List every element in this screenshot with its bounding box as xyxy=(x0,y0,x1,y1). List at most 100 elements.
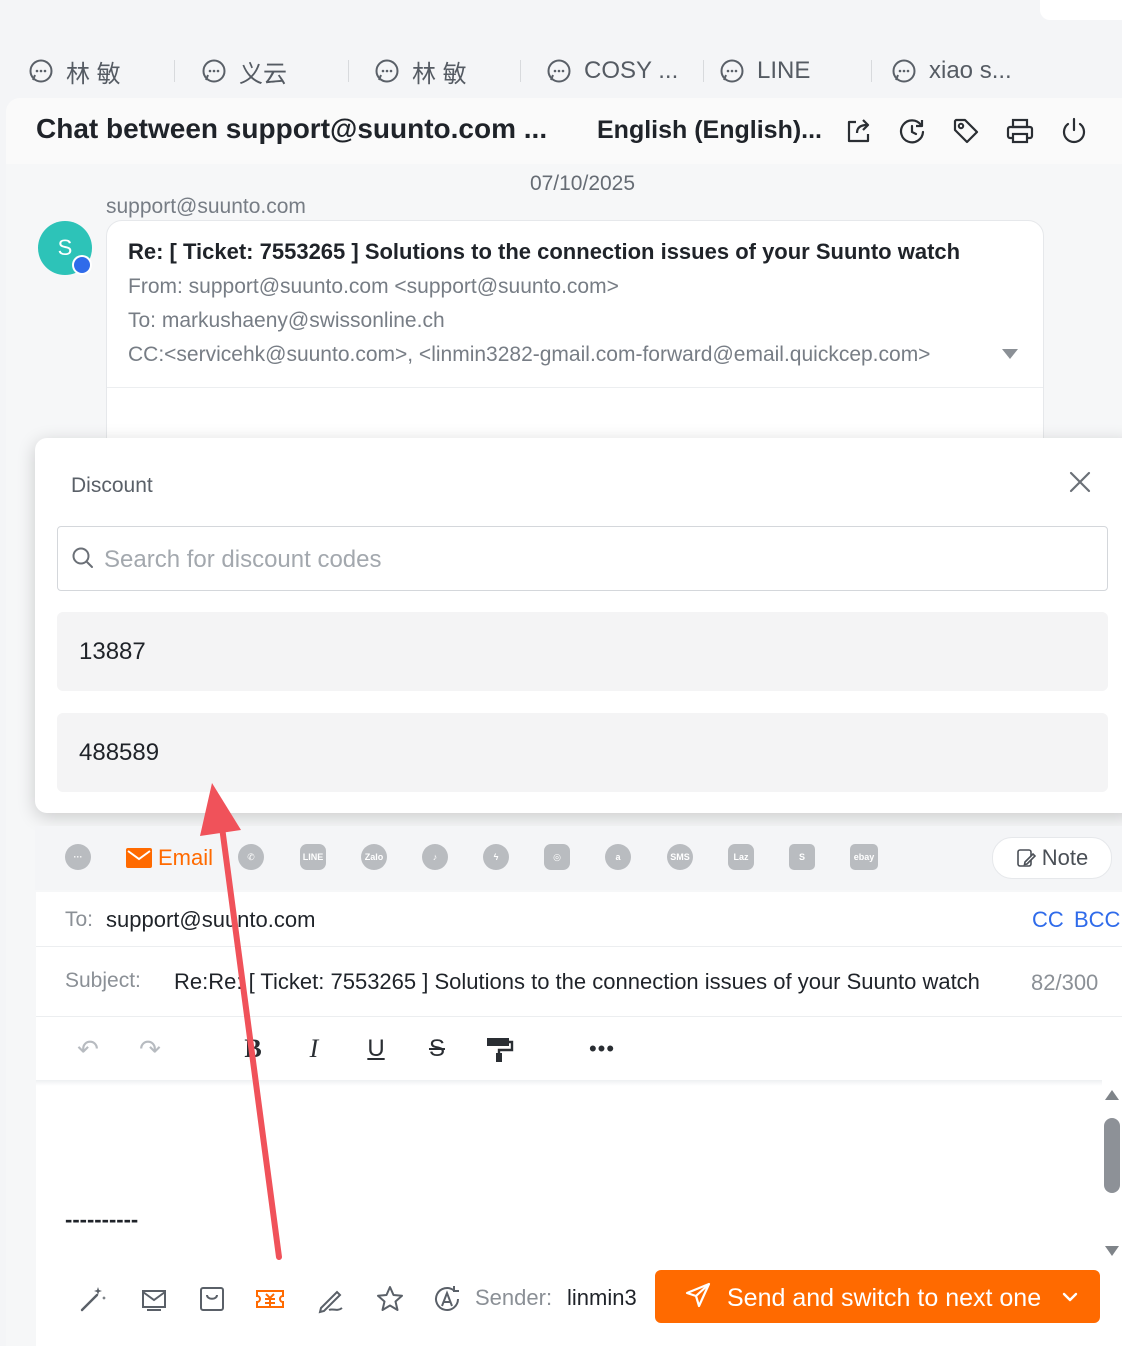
signature-icon[interactable] xyxy=(315,1284,345,1314)
auto-translate-icon[interactable] xyxy=(432,1284,462,1314)
toolbar-shadow xyxy=(36,1080,1102,1086)
more-options-icon[interactable]: ••• xyxy=(587,1034,617,1064)
tab-divider xyxy=(703,60,705,82)
discount-coupon-icon[interactable] xyxy=(255,1284,285,1314)
sms-icon[interactable]: SMS xyxy=(667,844,693,870)
product-icon[interactable] xyxy=(197,1284,227,1314)
divider xyxy=(36,1016,1122,1017)
note-label: Note xyxy=(1041,845,1089,870)
history-icon[interactable] xyxy=(897,116,927,146)
shopify-icon[interactable]: S xyxy=(789,844,815,870)
email-cc: CC:<servicehk@suunto.com>, <linmin3282-g… xyxy=(128,343,931,366)
chevron-down-icon[interactable] xyxy=(1059,1286,1081,1308)
tab-divider xyxy=(348,60,349,82)
tab-label: xiao s... xyxy=(929,57,1012,84)
chat-bubble-icon xyxy=(375,59,399,83)
tab-divider xyxy=(519,60,521,82)
subject-label: Subject: xyxy=(65,969,141,992)
tab-2[interactable]: 义云 xyxy=(201,48,349,94)
chat-bubble-icon xyxy=(202,59,226,83)
chat-bubble-icon xyxy=(892,59,916,83)
body-scrollbar[interactable] xyxy=(1102,1086,1122,1262)
tab-4[interactable]: COSY ... xyxy=(546,48,705,94)
underline-icon[interactable]: U xyxy=(361,1034,391,1064)
chat-bubble-icon xyxy=(547,59,571,83)
channel-email-label: Email xyxy=(158,845,214,870)
tab-label: 林 敏 xyxy=(66,60,121,88)
note-icon xyxy=(1016,849,1036,867)
sender-label: Sender: xyxy=(475,1285,553,1310)
strikethrough-icon[interactable]: S xyxy=(422,1034,452,1064)
ebay-icon[interactable]: ebay xyxy=(850,844,878,870)
format-painter-icon[interactable] xyxy=(484,1034,514,1064)
bold-icon[interactable]: B xyxy=(238,1034,268,1064)
print-icon[interactable] xyxy=(1005,116,1035,146)
discount-code-row[interactable]: 13887 xyxy=(57,612,1108,691)
share-icon[interactable] xyxy=(843,116,873,146)
italic-icon[interactable]: I xyxy=(299,1034,329,1064)
discount-code-row[interactable]: 488589 xyxy=(57,713,1108,792)
magic-wand-icon[interactable] xyxy=(78,1284,108,1314)
amazon-icon[interactable]: a xyxy=(605,844,631,870)
live-chat-icon[interactable]: ··· xyxy=(65,844,91,870)
corner-card xyxy=(1040,0,1122,20)
message-date: 07/10/2025 xyxy=(529,172,636,195)
chat-bubble-icon xyxy=(29,59,53,83)
note-button[interactable]: Note xyxy=(992,837,1112,879)
tab-label: 林 敏 xyxy=(412,60,467,88)
power-icon[interactable] xyxy=(1059,116,1089,146)
email-body-text[interactable]: ---------- xyxy=(65,1207,138,1233)
zalo-icon[interactable]: Zalo xyxy=(361,844,387,870)
star-icon[interactable] xyxy=(375,1284,405,1314)
sender-selector[interactable]: linmin3 xyxy=(567,1285,637,1311)
cc-link[interactable]: CC xyxy=(1032,907,1064,933)
email-from: From: support@suunto.com <support@suunto… xyxy=(128,275,619,298)
line-icon[interactable]: LINE xyxy=(300,844,326,870)
language-selector[interactable]: English (English)... xyxy=(597,116,822,145)
discount-search-input[interactable] xyxy=(102,540,1086,580)
to-label: To: xyxy=(65,908,94,931)
chat-bubble-icon xyxy=(720,59,744,83)
tab-label: LINE xyxy=(757,57,811,84)
email-subject: Re: [ Ticket: 7553265 ] Solutions to the… xyxy=(128,239,961,264)
divider xyxy=(36,946,1122,947)
instagram-icon[interactable]: ◎ xyxy=(544,844,570,870)
send-and-next-button[interactable]: Send and switch to next one xyxy=(655,1270,1100,1323)
tab-divider xyxy=(871,60,873,82)
expand-caret-icon[interactable] xyxy=(1002,349,1018,359)
conversation-tabs: 林 敏 义云 林 敏 COSY ... LINE xiao s... xyxy=(0,48,1122,94)
popup-title: Discount xyxy=(71,474,153,497)
tab-5[interactable]: LINE xyxy=(719,48,873,94)
message-sender: support@suunto.com xyxy=(106,195,306,218)
undo-icon[interactable]: ↶ xyxy=(73,1034,103,1064)
lazada-icon[interactable]: Laz xyxy=(728,844,754,870)
email-badge-icon xyxy=(72,255,92,275)
tab-6[interactable]: xiao s... xyxy=(891,48,1012,94)
channel-email-tab[interactable]: Email xyxy=(126,845,213,871)
subject-input[interactable]: Re:Re: [ Ticket: 7553265 ] Solutions to … xyxy=(174,969,980,995)
email-to: To: markushaeny@swissonline.ch xyxy=(128,309,445,332)
send-plane-icon xyxy=(685,1282,711,1308)
search-icon xyxy=(72,547,93,568)
tag-icon[interactable] xyxy=(951,116,981,146)
discount-code: 488589 xyxy=(79,739,160,766)
chat-title: Chat between support@suunto.com ... xyxy=(36,113,548,144)
subject-char-count: 82/300 xyxy=(1031,970,1099,995)
tab-3[interactable]: 林 敏 xyxy=(374,48,521,94)
tiktok-icon[interactable]: ♪ xyxy=(422,844,448,870)
whatsapp-icon[interactable]: ✆ xyxy=(238,844,264,870)
close-icon[interactable] xyxy=(1066,468,1094,496)
redo-icon[interactable]: ↷ xyxy=(135,1034,165,1064)
avatar-initial: S xyxy=(57,235,73,260)
tab-divider xyxy=(173,60,175,82)
send-button-label: Send and switch to next one xyxy=(727,1284,1042,1312)
tab-label: COSY ... xyxy=(584,57,679,84)
tab-1[interactable]: 林 敏 xyxy=(28,48,175,94)
tab-label: 义云 xyxy=(239,60,287,88)
discount-code: 13887 xyxy=(79,638,146,665)
messenger-icon[interactable]: ϟ xyxy=(483,844,509,870)
bcc-link[interactable]: BCC xyxy=(1074,907,1120,933)
email-icon xyxy=(126,848,152,868)
email-template-icon[interactable] xyxy=(139,1284,169,1314)
to-recipient[interactable]: support@suunto.com xyxy=(106,907,315,933)
